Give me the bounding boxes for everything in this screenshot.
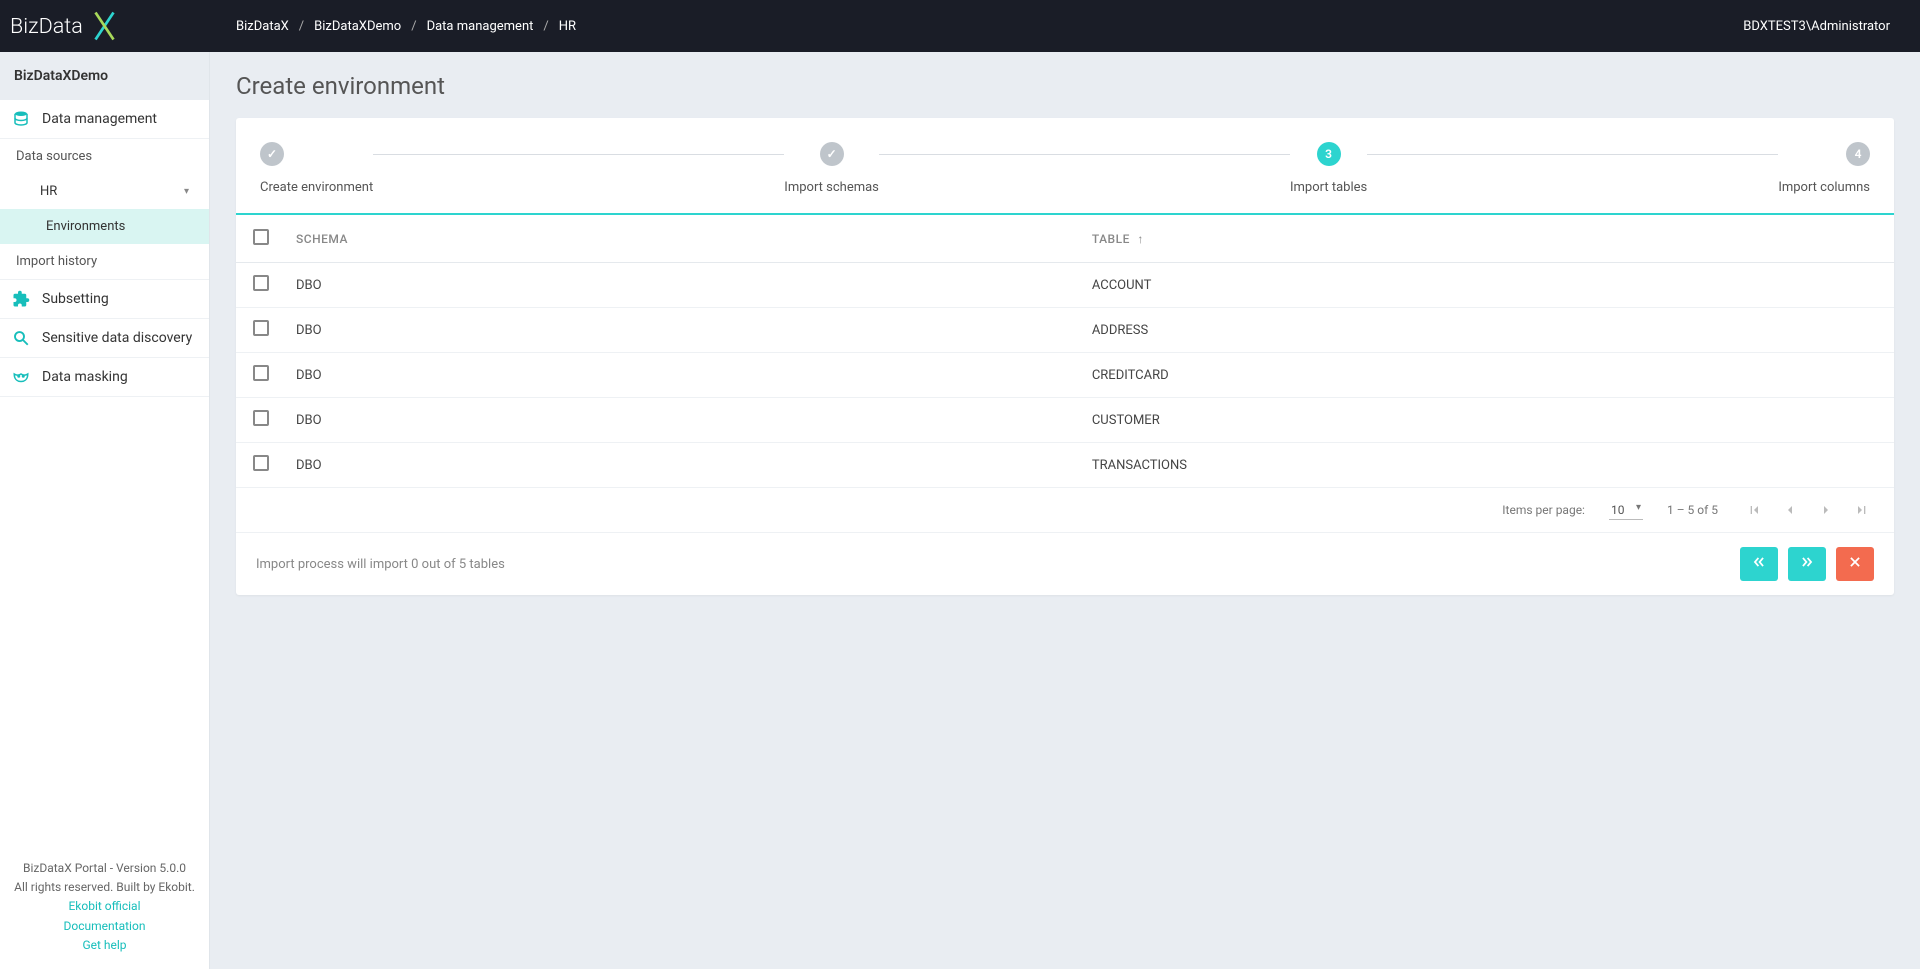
sidebar-item-label: HR xyxy=(40,184,57,199)
breadcrumb-item[interactable]: HR xyxy=(559,19,576,34)
double-chevron-right-icon xyxy=(1798,555,1816,573)
sidebar-item-sensitive-discovery[interactable]: Sensitive data discovery xyxy=(0,319,209,358)
col-table[interactable]: TABLE ↑ xyxy=(1082,215,1894,263)
select-all-checkbox[interactable] xyxy=(253,229,269,245)
sidebar-item-label: Data masking xyxy=(42,369,128,385)
back-button[interactable] xyxy=(1740,547,1778,581)
row-checkbox[interactable] xyxy=(253,320,269,336)
sort-asc-icon: ↑ xyxy=(1137,232,1144,246)
sidebar: BizDataXDemo Data management Data source… xyxy=(0,52,210,969)
tables-grid: SCHEMA TABLE ↑ DBO ACCOUNT DBO ADDRESS D… xyxy=(236,215,1894,488)
stepper: ✓ Create environment ✓ Import schemas 3 xyxy=(236,118,1894,213)
breadcrumb-item[interactable]: BizDataX xyxy=(236,19,289,34)
breadcrumb-item[interactable]: BizDataXDemo xyxy=(314,19,401,34)
app-logo[interactable]: BizData xyxy=(0,0,210,52)
footer-link-official[interactable]: Ekobit official xyxy=(14,897,195,916)
row-checkbox[interactable] xyxy=(253,410,269,426)
table-row[interactable]: DBO CUSTOMER xyxy=(236,398,1894,443)
row-checkbox[interactable] xyxy=(253,455,269,471)
step-4-circle[interactable]: 4 xyxy=(1846,142,1870,166)
cancel-button[interactable] xyxy=(1836,547,1874,581)
footer-link-help[interactable]: Get help xyxy=(14,936,195,955)
row-table: ACCOUNT xyxy=(1082,263,1894,308)
sidebar-item-hr[interactable]: HR ▾ xyxy=(0,174,209,209)
next-page-icon[interactable] xyxy=(1814,498,1838,522)
mask-icon xyxy=(12,368,30,386)
table-row[interactable]: DBO ADDRESS xyxy=(236,308,1894,353)
step-3-label: Import tables xyxy=(1290,180,1367,195)
user-label[interactable]: BDXTEST3\Administrator xyxy=(1743,19,1920,34)
sidebar-item-label: Subsetting xyxy=(42,291,109,307)
step-1-label: Create environment xyxy=(260,180,373,195)
step-4-label: Import columns xyxy=(1778,180,1870,195)
row-table: CREDITCARD xyxy=(1082,353,1894,398)
step-2-circle[interactable]: ✓ xyxy=(820,142,844,166)
check-icon: ✓ xyxy=(267,147,277,161)
sidebar-item-label: Data management xyxy=(42,111,157,127)
row-schema: DBO xyxy=(286,308,1082,353)
import-summary: Import process will import 0 out of 5 ta… xyxy=(256,557,505,572)
paginator-label: Items per page: xyxy=(1502,503,1585,517)
check-icon: ✓ xyxy=(827,147,837,161)
paginator-range: 1 – 5 of 5 xyxy=(1667,503,1718,517)
sidebar-item-import-history[interactable]: Import history xyxy=(0,244,209,280)
close-icon xyxy=(1848,555,1862,573)
table-row[interactable]: DBO CREDITCARD xyxy=(236,353,1894,398)
sidebar-item-subsetting[interactable]: Subsetting xyxy=(0,280,209,319)
sidebar-title: BizDataXDemo xyxy=(0,52,209,100)
sidebar-item-environments[interactable]: Environments xyxy=(0,209,209,244)
sidebar-footer: BizDataX Portal - Version 5.0.0 All righ… xyxy=(0,845,209,969)
wizard-panel: ✓ Create environment ✓ Import schemas 3 xyxy=(236,118,1894,595)
double-chevron-left-icon xyxy=(1750,555,1768,573)
breadcrumb: BizDataX / BizDataXDemo / Data managemen… xyxy=(210,19,1743,34)
chevron-down-icon: ▾ xyxy=(184,186,189,197)
search-icon xyxy=(12,329,30,347)
step-2-label: Import schemas xyxy=(784,180,879,195)
row-schema: DBO xyxy=(286,398,1082,443)
sidebar-group-data-sources: Data sources xyxy=(0,139,209,174)
row-checkbox[interactable] xyxy=(253,275,269,291)
wizard-footer: Import process will import 0 out of 5 ta… xyxy=(236,533,1894,595)
paginator: Items per page: 10 1 – 5 of 5 xyxy=(236,488,1894,533)
footer-version: BizDataX Portal - Version 5.0.0 xyxy=(14,859,195,878)
breadcrumb-item[interactable]: Data management xyxy=(427,19,534,34)
next-button[interactable] xyxy=(1788,547,1826,581)
sidebar-item-label: Sensitive data discovery xyxy=(42,330,192,346)
last-page-icon[interactable] xyxy=(1850,498,1874,522)
footer-link-docs[interactable]: Documentation xyxy=(14,917,195,936)
row-schema: DBO xyxy=(286,443,1082,488)
prev-page-icon[interactable] xyxy=(1778,498,1802,522)
row-table: ADDRESS xyxy=(1082,308,1894,353)
table-row[interactable]: DBO ACCOUNT xyxy=(236,263,1894,308)
sidebar-item-data-management[interactable]: Data management xyxy=(0,100,209,139)
table-row[interactable]: DBO TRANSACTIONS xyxy=(236,443,1894,488)
step-1-circle[interactable]: ✓ xyxy=(260,142,284,166)
step-3-circle[interactable]: 3 xyxy=(1317,142,1341,166)
sidebar-item-data-masking[interactable]: Data masking xyxy=(0,358,209,397)
sidebar-item-label: Environments xyxy=(46,219,125,234)
footer-copyright: All rights reserved. Built by Ekobit. xyxy=(14,878,195,897)
row-table: CUSTOMER xyxy=(1082,398,1894,443)
page-size-select[interactable]: 10 xyxy=(1609,501,1643,520)
page-title: Create environment xyxy=(236,72,1894,100)
database-icon xyxy=(12,110,30,128)
puzzle-icon xyxy=(12,290,30,308)
col-schema[interactable]: SCHEMA xyxy=(286,215,1082,263)
first-page-icon[interactable] xyxy=(1742,498,1766,522)
row-schema: DBO xyxy=(286,263,1082,308)
row-schema: DBO xyxy=(286,353,1082,398)
svg-text:BizData: BizData xyxy=(10,14,83,39)
row-table: TRANSACTIONS xyxy=(1082,443,1894,488)
row-checkbox[interactable] xyxy=(253,365,269,381)
